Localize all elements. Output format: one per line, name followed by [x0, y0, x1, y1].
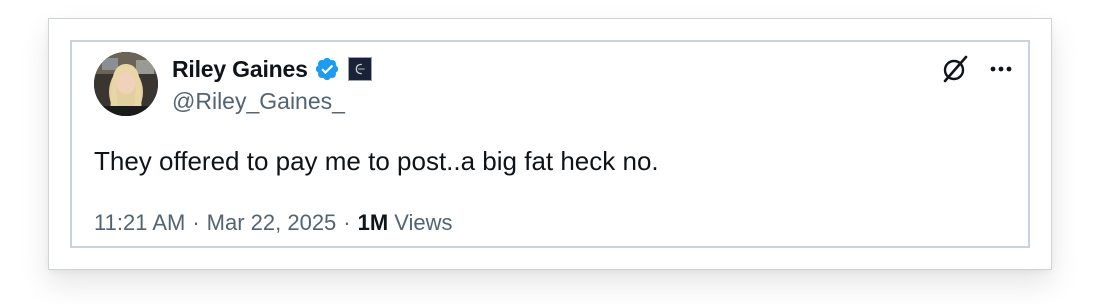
verified-badge-icon[interactable] [314, 56, 340, 82]
views-count[interactable]: 1M [358, 210, 389, 236]
tweet-time[interactable]: 11:21 AM [94, 210, 185, 236]
grok-icon[interactable] [940, 54, 970, 84]
author-display-name[interactable]: Riley Gaines [172, 56, 308, 83]
meta-separator: · [343, 210, 351, 235]
meta-separator: · [192, 210, 200, 235]
tweet-metadata: 11:21 AM · Mar 22, 2025 · 1M Views [94, 210, 452, 236]
tweet-date[interactable]: Mar 22, 2025 [207, 210, 337, 236]
more-icon[interactable] [986, 54, 1016, 84]
tweet-card[interactable]: Riley Gaines @Riley_Gaines_ They offered… [70, 40, 1030, 248]
author-handle[interactable]: @Riley_Gaines_ [172, 88, 345, 115]
affiliate-badge-icon[interactable] [347, 57, 372, 81]
avatar-image [94, 52, 158, 116]
tweet-text: They offered to pay me to post..a big fa… [94, 146, 659, 176]
views-label[interactable]: Views [388, 210, 452, 236]
avatar[interactable] [94, 52, 158, 116]
author-name-row: Riley Gaines [172, 54, 372, 84]
